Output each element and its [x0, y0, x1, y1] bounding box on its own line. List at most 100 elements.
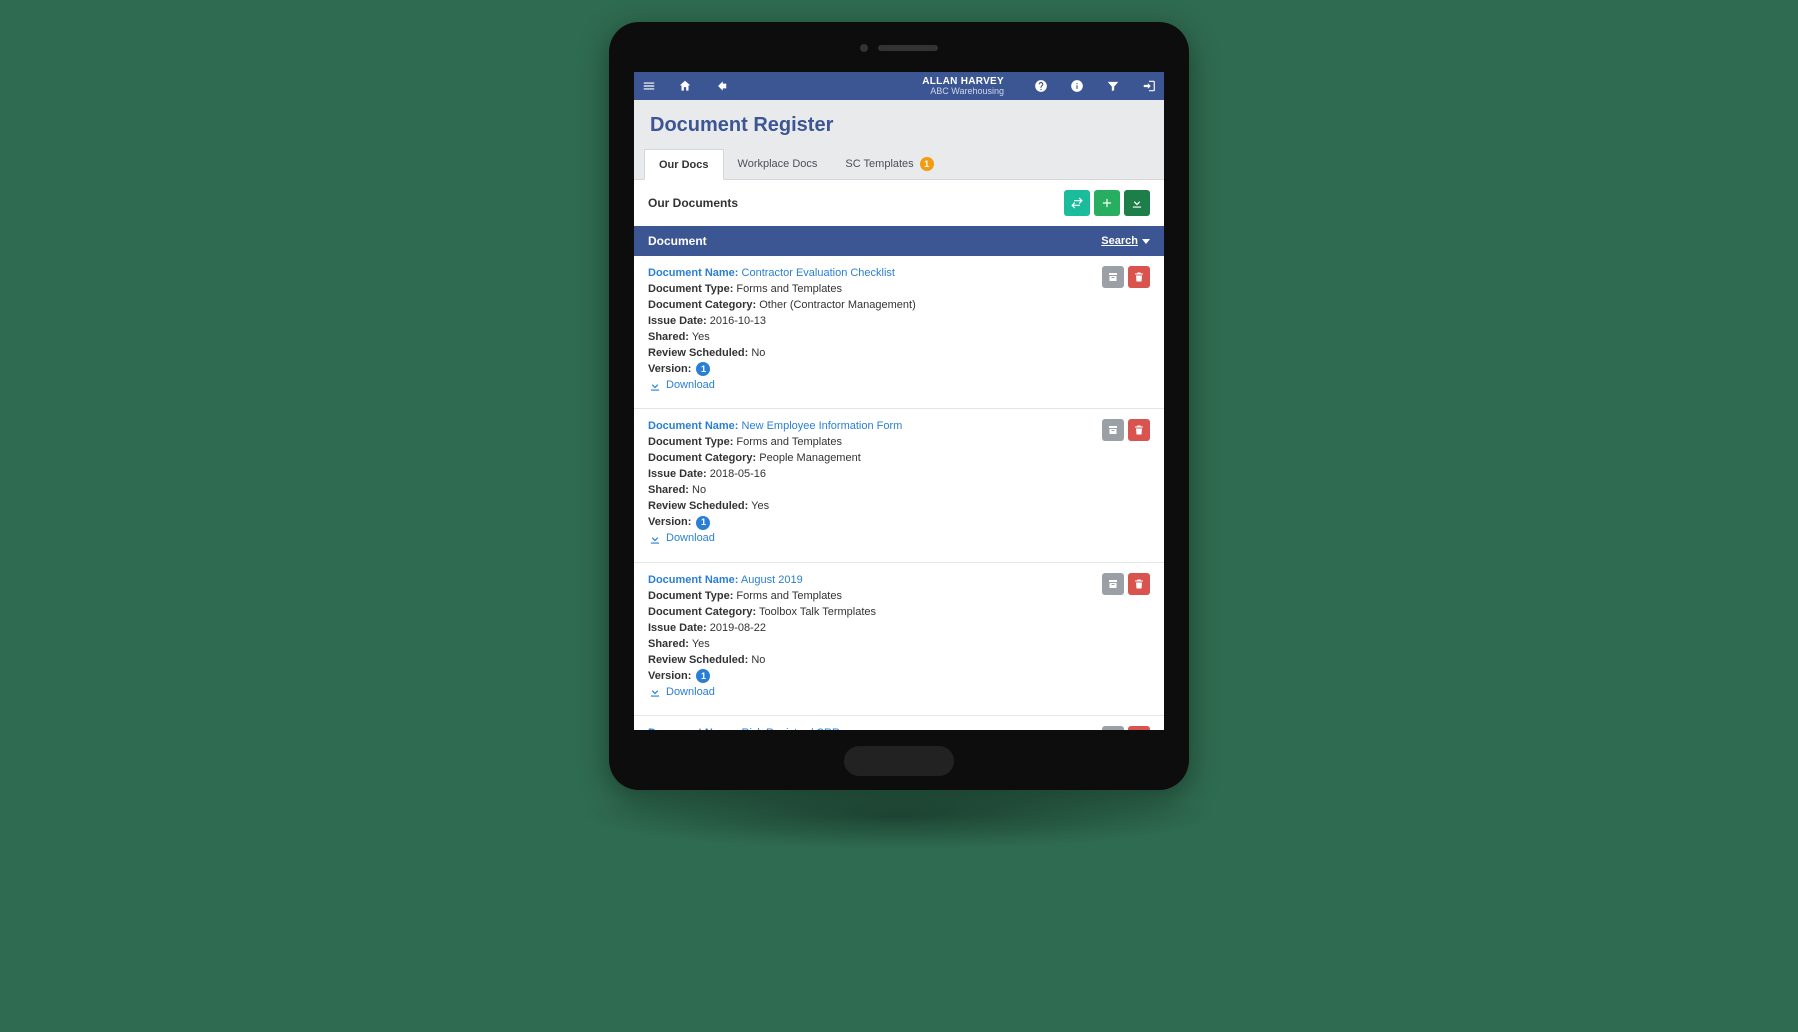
tablet-shadow	[579, 780, 1219, 850]
section-header: Our Documents	[634, 180, 1164, 226]
field-label: Document Type:	[648, 590, 733, 602]
field-value: Yes	[751, 500, 769, 512]
content-area: Our Documents Document Search Document N…	[634, 180, 1164, 730]
field-value: Yes	[692, 638, 710, 650]
field-value: 2016-10-13	[710, 315, 766, 327]
archive-button[interactable]	[1102, 573, 1124, 595]
field-value: No	[751, 347, 765, 359]
trash-icon	[1133, 271, 1145, 283]
field-label: Document Category:	[648, 606, 756, 618]
document-list: Document Name: Contractor Evaluation Che…	[634, 256, 1164, 730]
tab-sc-templates[interactable]: SC Templates 1	[831, 149, 947, 179]
field-value: 2018-05-16	[710, 468, 766, 480]
field-value: Other (Contractor Management)	[759, 299, 916, 311]
document-name-link[interactable]: August 2019	[741, 574, 803, 586]
field-label: Version:	[648, 670, 691, 682]
add-button[interactable]	[1094, 190, 1120, 216]
download-all-button[interactable]	[1124, 190, 1150, 216]
tablet-camera	[860, 44, 938, 52]
info-icon[interactable]	[1070, 79, 1084, 93]
archive-icon	[1107, 578, 1119, 590]
search-toggle[interactable]: Search	[1101, 235, 1150, 247]
archive-button[interactable]	[1102, 266, 1124, 288]
archive-button[interactable]	[1102, 419, 1124, 441]
download-link[interactable]: Download	[648, 531, 715, 547]
download-link[interactable]: Download	[648, 685, 715, 701]
plus-icon	[1100, 196, 1114, 210]
tabs: Our Docs Workplace Docs SC Templates 1	[634, 149, 1164, 180]
trash-icon	[1133, 578, 1145, 590]
field-value: No	[692, 484, 706, 496]
field-label: Review Scheduled:	[648, 347, 748, 359]
field-value: Forms and Templates	[736, 590, 842, 602]
back-icon[interactable]	[714, 79, 728, 93]
download-icon	[1130, 196, 1144, 210]
table-header: Document Search	[634, 226, 1164, 256]
delete-button[interactable]	[1128, 266, 1150, 288]
logout-icon[interactable]	[1142, 79, 1156, 93]
badge-count: 1	[920, 157, 934, 171]
trash-icon	[1133, 424, 1145, 436]
delete-button[interactable]	[1128, 419, 1150, 441]
user-block[interactable]: ALLAN HARVEY ABC Warehousing	[922, 77, 1004, 96]
document-row: Document Name: Risk Register / CRR Docum…	[634, 716, 1164, 730]
page-title: Document Register	[634, 100, 1164, 149]
document-name-link[interactable]: Contractor Evaluation Checklist	[742, 267, 895, 279]
menu-icon[interactable]	[642, 79, 656, 93]
search-label: Search	[1101, 235, 1138, 247]
field-label: Review Scheduled:	[648, 654, 748, 666]
field-label: Review Scheduled:	[648, 500, 748, 512]
field-label: Version:	[648, 516, 691, 528]
version-badge: 1	[696, 516, 710, 530]
field-value: Yes	[692, 331, 710, 343]
field-label: Document Name:	[648, 727, 738, 730]
version-badge: 1	[696, 362, 710, 376]
swap-button[interactable]	[1064, 190, 1090, 216]
home-icon[interactable]	[678, 79, 692, 93]
field-label: Document Category:	[648, 299, 756, 311]
field-value: People Management	[759, 452, 861, 464]
document-row: Document Name: August 2019 Document Type…	[634, 563, 1164, 716]
swap-icon	[1070, 196, 1084, 210]
section-title: Our Documents	[648, 196, 738, 210]
field-label: Issue Date:	[648, 622, 707, 634]
field-label: Document Category:	[648, 452, 756, 464]
field-value: Forms and Templates	[736, 283, 842, 295]
tab-our-docs[interactable]: Our Docs	[644, 149, 724, 180]
archive-icon	[1107, 424, 1119, 436]
field-label: Shared:	[648, 638, 689, 650]
field-value: 2019-08-22	[710, 622, 766, 634]
field-label: Shared:	[648, 331, 689, 343]
field-value: No	[751, 654, 765, 666]
field-label: Document Name:	[648, 267, 738, 279]
field-value: Toolbox Talk Termplates	[759, 606, 876, 618]
archive-button[interactable]	[1102, 726, 1124, 730]
document-row: Document Name: Contractor Evaluation Che…	[634, 256, 1164, 409]
user-name: ALLAN HARVEY	[922, 77, 1004, 87]
top-nav: ALLAN HARVEY ABC Warehousing	[634, 72, 1164, 100]
field-label: Document Type:	[648, 283, 733, 295]
version-badge: 1	[696, 669, 710, 683]
delete-button[interactable]	[1128, 573, 1150, 595]
archive-icon	[1107, 271, 1119, 283]
document-name-link[interactable]: Risk Register / CRR	[742, 727, 840, 730]
download-icon	[648, 379, 662, 393]
document-row: Document Name: New Employee Information …	[634, 409, 1164, 562]
delete-button[interactable]	[1128, 726, 1150, 730]
field-value: Forms and Templates	[736, 436, 842, 448]
tablet-home-button[interactable]	[844, 746, 954, 776]
tab-workplace-docs[interactable]: Workplace Docs	[724, 149, 832, 179]
download-icon	[648, 685, 662, 699]
help-icon[interactable]	[1034, 79, 1048, 93]
document-name-link[interactable]: New Employee Information Form	[742, 420, 903, 432]
table-header-label: Document	[648, 234, 707, 248]
tablet-frame: ALLAN HARVEY ABC Warehousing Document Re…	[609, 22, 1189, 790]
filter-icon[interactable]	[1106, 79, 1120, 93]
field-label: Document Name:	[648, 574, 738, 586]
tab-label: Our Docs	[659, 159, 709, 171]
field-label: Shared:	[648, 484, 689, 496]
tab-label: SC Templates	[845, 158, 913, 170]
field-label: Document Name:	[648, 420, 738, 432]
download-icon	[648, 532, 662, 546]
download-link[interactable]: Download	[648, 378, 715, 394]
